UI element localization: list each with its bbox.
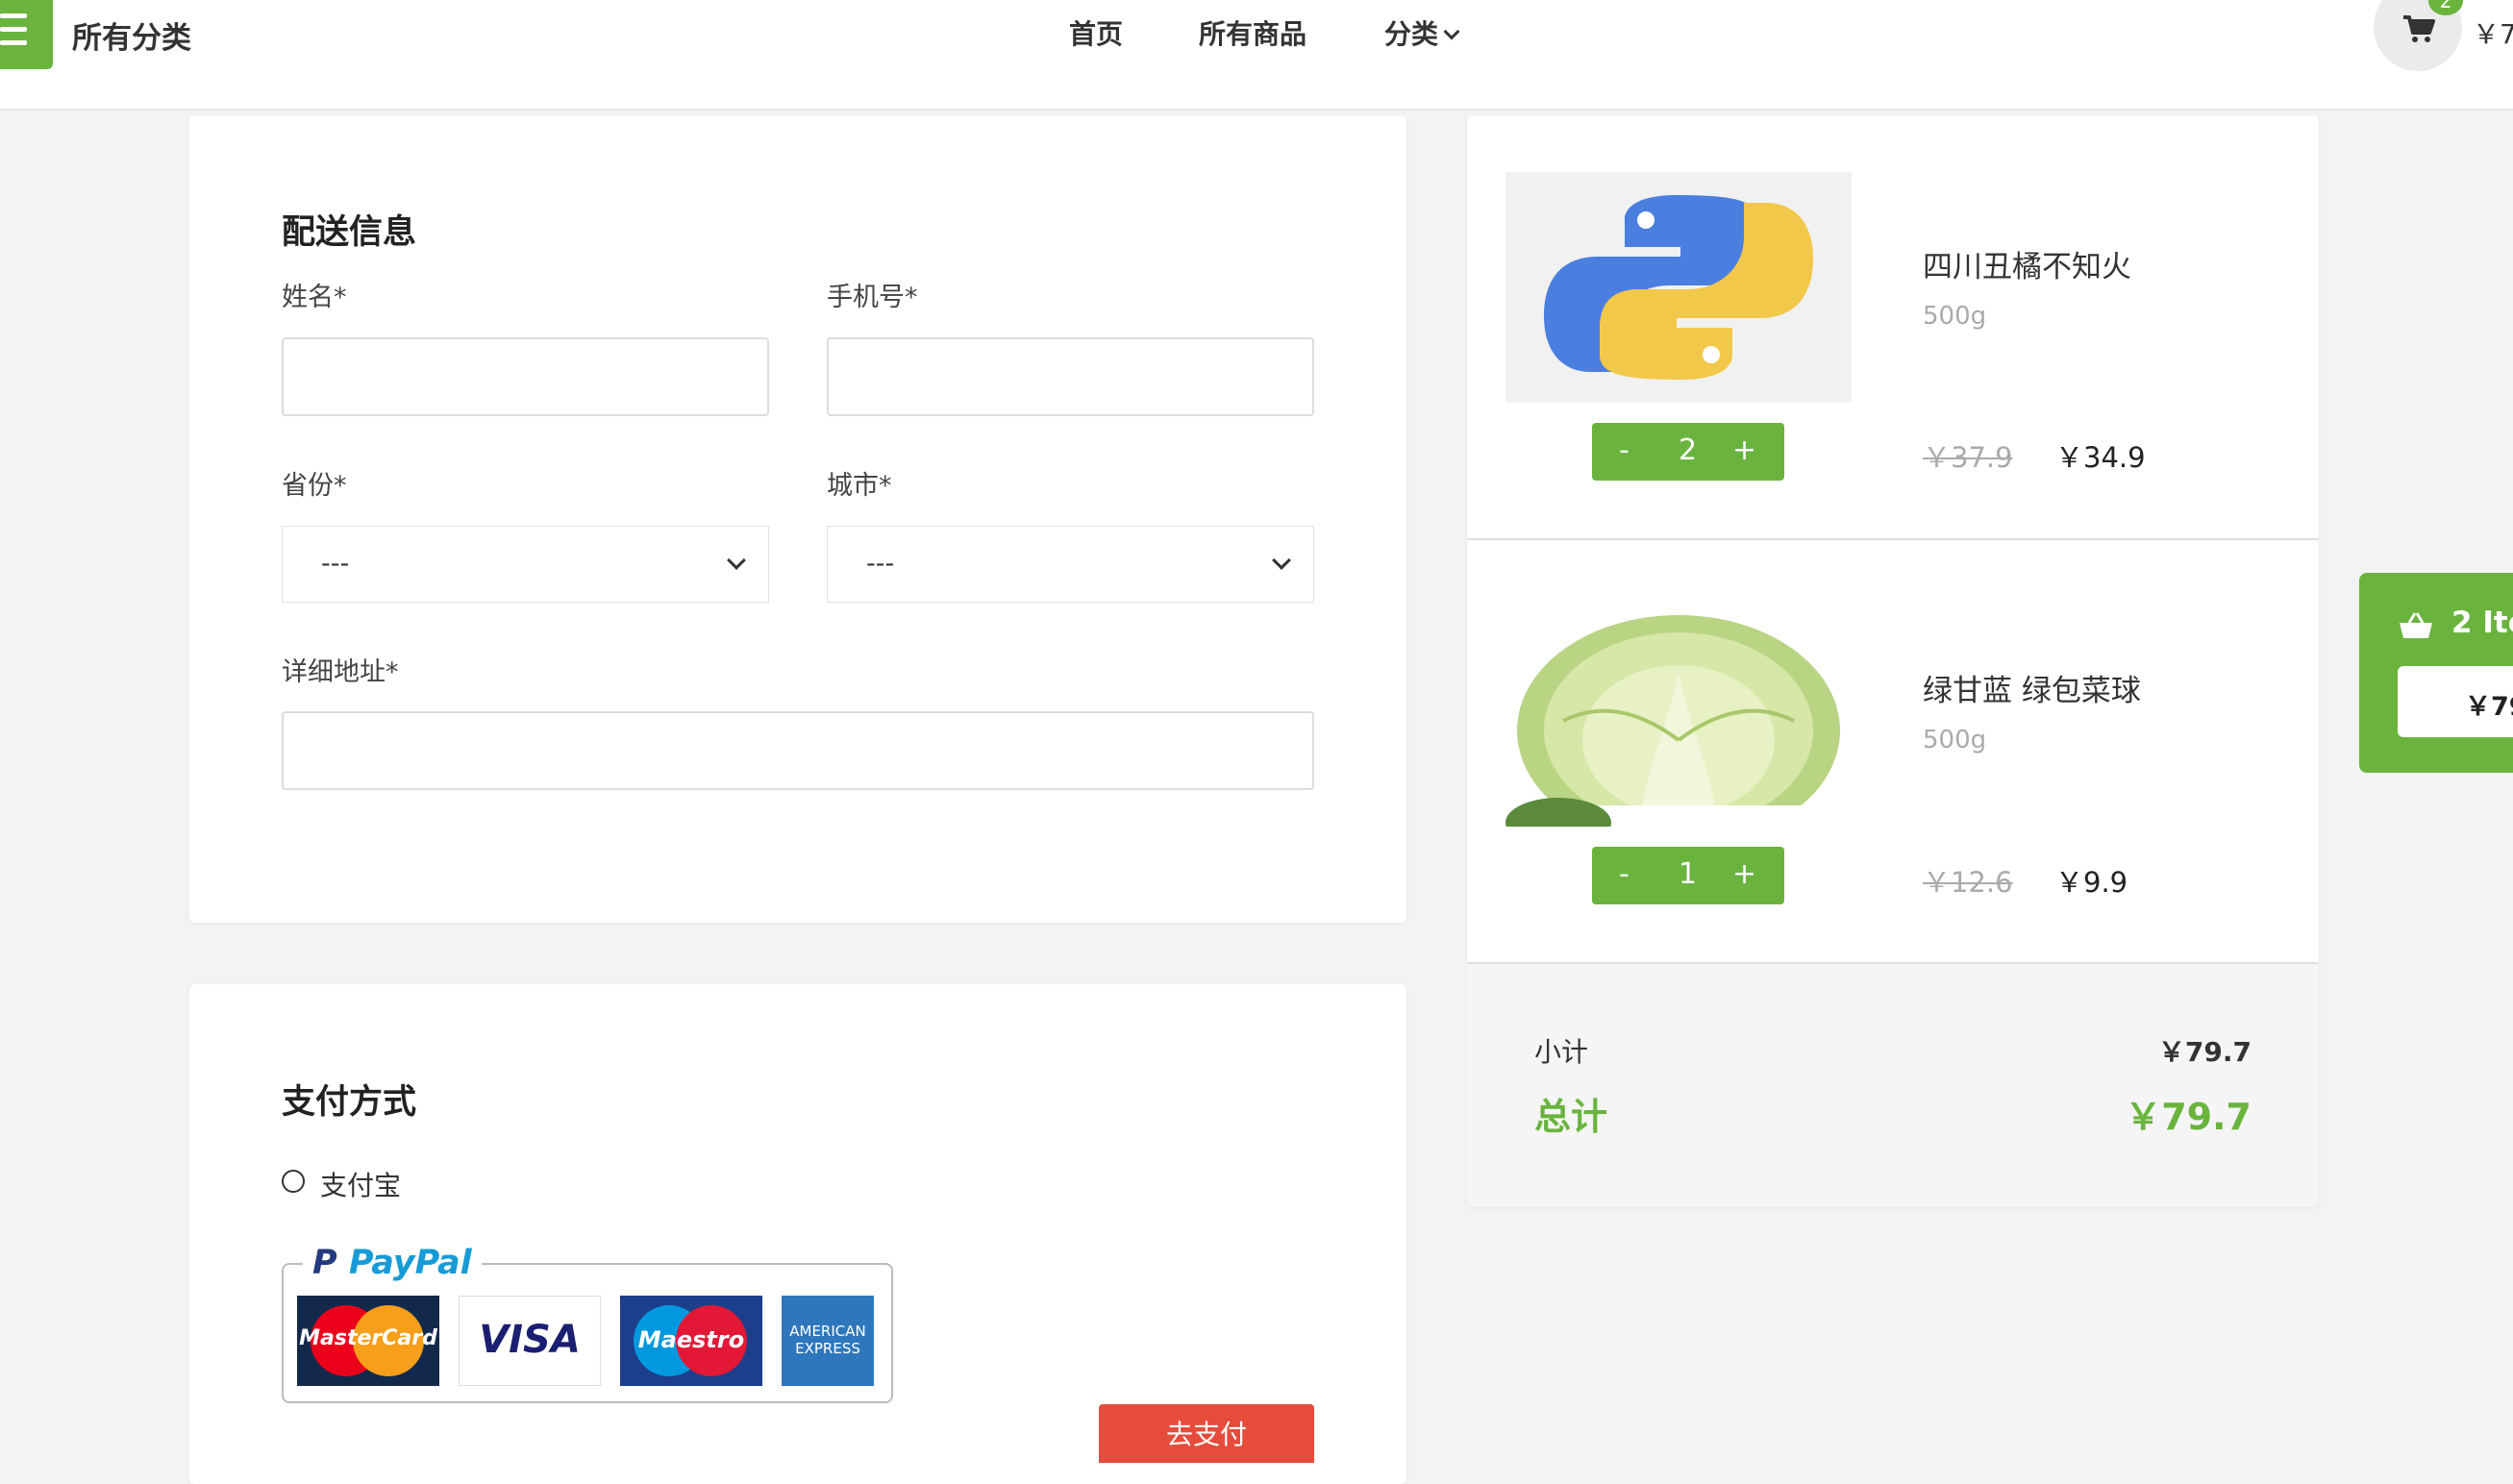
- product-image-2[interactable]: [1505, 596, 1852, 827]
- address-input[interactable]: [282, 711, 1314, 790]
- paypal-acceptance-box: P PayPal MasterCard VISA Maestro AMERICA…: [282, 1244, 893, 1403]
- nav-home[interactable]: 首页: [1069, 13, 1123, 52]
- phone-label: 手机号*: [827, 283, 918, 312]
- city-select-value: ---: [866, 549, 895, 579]
- chevron-down-icon: [1272, 551, 1291, 570]
- python-logo: [1544, 195, 1813, 380]
- quantity-stepper-1[interactable]: - 2 +: [1592, 423, 1784, 481]
- mastercard-text: MasterCard: [299, 1326, 437, 1350]
- top-header: 所有分类 首页 所有商品 分类 2 ￥79.7: [0, 0, 2513, 111]
- basket-icon: [2400, 612, 2432, 638]
- decrease-qty-button[interactable]: -: [1619, 423, 1630, 479]
- name-label: 姓名*: [282, 283, 347, 312]
- subtotal-label: 小计: [1534, 1036, 1589, 1068]
- cabbage-image: [1505, 615, 1852, 827]
- pay-button[interactable]: 去支付: [1099, 1404, 1314, 1463]
- payment-method-title: 支付方式: [282, 1083, 417, 1122]
- province-select-value: ---: [321, 549, 350, 579]
- all-categories-title[interactable]: 所有分类: [72, 13, 191, 57]
- alipay-radio[interactable]: [282, 1170, 305, 1193]
- visa-logo: VISA: [459, 1296, 601, 1386]
- floating-cart-widget[interactable]: 2 Items ￥79.7: [2359, 573, 2513, 773]
- total-label: 总计: [1534, 1096, 1608, 1138]
- item-divider: [1467, 538, 2319, 540]
- floating-cart-total-box: ￥79.7: [2398, 666, 2513, 737]
- floating-cart-total: ￥79.7: [2465, 692, 2513, 722]
- paypal-logo-text: PayPal: [348, 1244, 472, 1282]
- product-weight-2: 500g: [1923, 726, 1987, 754]
- mastercard-logo: MasterCard: [297, 1296, 439, 1386]
- amex-logo: AMERICAN EXPRESS: [782, 1296, 874, 1386]
- subtotal-value: ￥79.7: [2157, 1036, 2252, 1068]
- name-input[interactable]: [282, 337, 769, 416]
- alipay-label: 支付宝: [320, 1170, 402, 1201]
- quantity-value: 2: [1679, 433, 1698, 467]
- increase-qty-button[interactable]: +: [1732, 423, 1756, 479]
- order-totals: 小计 ￥79.7 总计 ￥79.7: [1467, 964, 2319, 1207]
- shipping-info-title: 配送信息: [282, 213, 417, 252]
- visa-text: VISA: [479, 1318, 581, 1362]
- city-label: 城市*: [827, 471, 892, 501]
- total-value: ￥79.7: [2125, 1096, 2252, 1138]
- header-cart-total: ￥79.7: [2473, 18, 2513, 50]
- city-select[interactable]: ---: [827, 526, 1314, 603]
- province-label: 省份*: [282, 471, 347, 501]
- province-select[interactable]: ---: [282, 526, 769, 603]
- quantity-value: 1: [1679, 857, 1698, 891]
- paypal-logo: P PayPal: [303, 1244, 482, 1282]
- cart-icon: [2403, 15, 2435, 42]
- nav-all-products[interactable]: 所有商品: [1199, 13, 1306, 52]
- product-price-1: ￥34.9: [2055, 441, 2146, 474]
- chevron-down-icon: [727, 551, 746, 570]
- menu-icon[interactable]: [0, 0, 53, 69]
- product-price-2: ￥9.9: [2055, 866, 2128, 899]
- phone-input[interactable]: [827, 337, 1314, 416]
- floating-cart-items: 2 Items: [2451, 606, 2513, 640]
- quantity-stepper-2[interactable]: - 1 +: [1592, 847, 1784, 904]
- product-name-1[interactable]: 四川丑橘不知火: [1923, 242, 2131, 285]
- chevron-down-icon: [1443, 23, 1460, 40]
- product-image-1[interactable]: [1505, 172, 1852, 403]
- amex-text: AMERICAN EXPRESS: [789, 1323, 866, 1357]
- nav-categories-label: 分类: [1384, 18, 1439, 50]
- product-original-price-2: ￥12.6: [1923, 866, 2013, 899]
- decrease-qty-button[interactable]: -: [1619, 847, 1630, 903]
- increase-qty-button[interactable]: +: [1732, 847, 1756, 903]
- product-weight-1: 500g: [1923, 302, 1987, 331]
- nav-categories[interactable]: 分类: [1384, 13, 1460, 52]
- product-original-price-1: ￥37.9: [1923, 441, 2013, 474]
- maestro-logo: Maestro: [620, 1296, 762, 1386]
- address-label: 详细地址*: [282, 657, 399, 687]
- maestro-text: Maestro: [637, 1326, 745, 1353]
- product-name-2[interactable]: 绿甘蓝 绿包菜球: [1923, 666, 2141, 709]
